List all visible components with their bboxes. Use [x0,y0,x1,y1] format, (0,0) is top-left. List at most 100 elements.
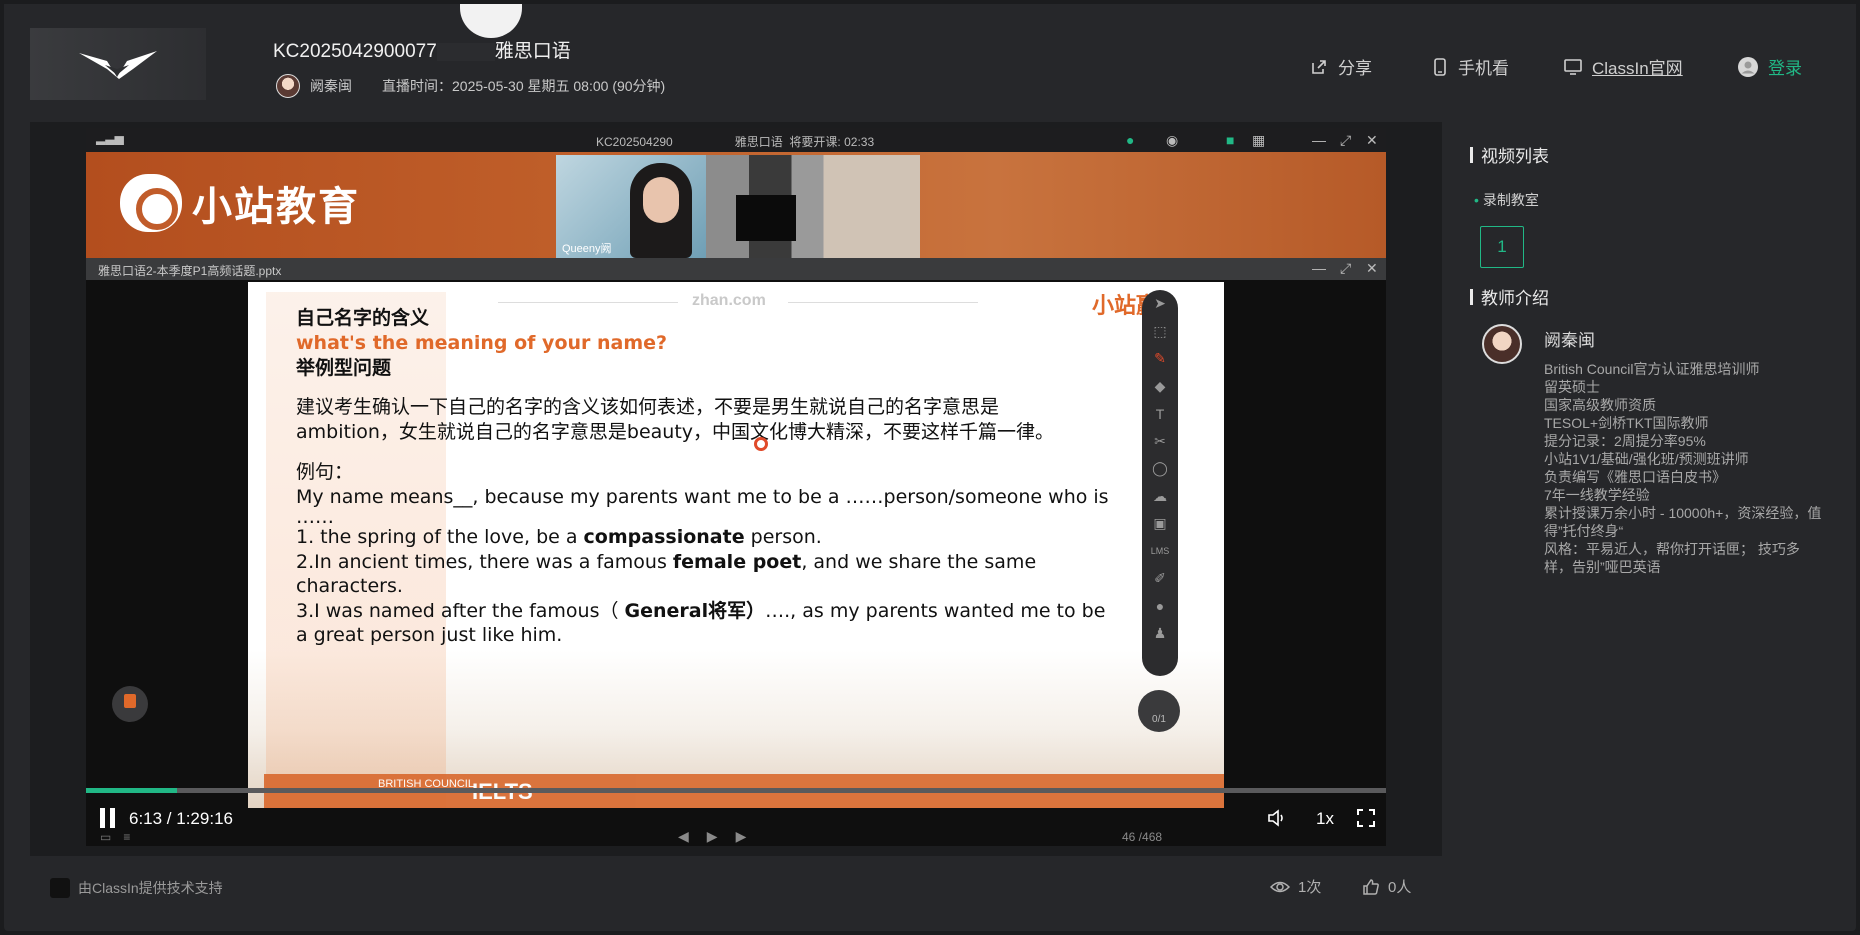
teacher-camera: Queeny阙 [556,155,920,258]
page-indicator[interactable]: 0/1 [1138,690,1180,732]
mic-icon: ● [1126,132,1135,148]
player-controls: 6:13 / 1:29:16 ▭ ≡ ◀ ▶ ▶ 46 /468 1x [86,794,1386,846]
share-icon [1312,59,1326,74]
video-list-title: 视频列表 [1470,142,1549,167]
teacher-intro-title: 教师介绍 [1470,284,1549,309]
play-slide-icon[interactable]: ▶ [707,828,718,845]
slide-example-3: 3.I was named after the famous（ General将… [296,599,1106,622]
teacher-avatar [276,74,300,98]
signal-icon: ▂▃▅ [96,131,124,145]
layout-icons: ▭ ≡ [100,830,130,844]
login-button[interactable]: 登录 [1738,54,1802,79]
layout-icon[interactable]: ▭ [100,830,111,844]
whiteboard-toolbar: ➤ ⬚ ✎ ◆ T ✂ ◯ ☁ ▣ LMS ✐ ● ♟ [1142,290,1178,676]
view-count: 1次 [1270,876,1321,897]
slide-example-2-cont: characters. [296,575,403,597]
playback-speed[interactable]: 1x [1316,809,1334,829]
teacher-avatar-large [1482,324,1522,364]
headset-logo-icon [120,174,182,232]
bio-line: 风格：平易近人，帮你打开话匣； 技巧多样，告别”哑巴英语 [1544,541,1800,575]
classroom-topbar: ▂▃▅ KC202504290 雅思口语 将要开课: 02:33 ● ◉ ■ ▦ … [86,128,1386,152]
slide-heading-en: what's the meaning of your name? [296,332,668,354]
progress-fill [86,788,177,793]
title-redaction [460,4,522,38]
doc-close-icon: ✕ [1366,260,1378,276]
mobile-view-button[interactable]: 手机看 [1432,54,1509,79]
slide-area: zhan.com 小站赢+ 自己名字的含义 what's the meaning… [86,280,1386,846]
bio-line: 提分记录：2周提分率95% [1544,433,1706,449]
users-icon[interactable]: ♟ [1142,620,1178,648]
like-button[interactable]: 0人 [1362,876,1411,897]
teacher-intro-name: 阙秦闽 [1544,331,1595,350]
pause-button[interactable] [100,808,116,828]
thumbnail-button[interactable] [112,686,148,722]
course-title: KC2025042900077 雅思口语 [273,41,571,62]
next-slide-icon[interactable]: ▶ [736,828,747,845]
camera-icon: ◉ [1166,132,1179,148]
slide-heading-cn: 自己名字的含义 [296,307,430,329]
restore-icon: ⤢ [1340,132,1352,148]
redacted-block [436,42,495,61]
monitor-icon [1564,58,1582,75]
record-icon: ■ [1226,132,1235,148]
teacher-bio: British Council官方认证雅思培训师 留英硕士 国家高级教师资质 T… [1544,360,1824,576]
fullscreen-icon[interactable] [1356,808,1376,828]
laser-pointer [754,437,768,451]
classin-bird-icon [79,51,157,79]
slide-example-1: 1. the spring of the love, be a compassi… [296,526,822,548]
cloud-tool-icon[interactable]: ☁ [1142,483,1178,511]
volume-icon[interactable] [1266,808,1286,828]
progress-bar[interactable] [86,788,1386,793]
shape-tool-icon[interactable]: ◯ [1142,455,1178,483]
slide-example-2: 2.In ancient times, there was a famous f… [296,550,1037,573]
list-icon[interactable]: ≡ [123,830,130,844]
brand-logo: 小站教育 [120,174,360,232]
text-tool-icon[interactable]: T [1142,400,1178,428]
toolbox-icon[interactable]: ▣ [1142,510,1178,538]
video-frame[interactable]: ▂▃▅ KC202504290 雅思口语 将要开课: 02:33 ● ◉ ■ ▦ … [86,128,1386,846]
teacher-name: 阙秦闽 [310,78,352,94]
chat-icon[interactable]: ● [1142,593,1178,621]
playback-time: 6:13 / 1:29:16 [129,809,233,828]
slide-advice-line-2: ambition，女生就说自己的名字意思是beauty，中国文化博大精深，不要这… [296,420,1055,443]
classroom-title: KC202504290 雅思口语 将要开课: 02:33 [596,134,875,149]
app-frame: KC2025042900077 雅思口语 阙秦闽 直播时间： 2025-05-30… [4,4,1856,931]
teacher-video [624,163,698,258]
slide-example-3-cont: a great person just like him. [296,624,563,646]
thumbs-up-icon [1363,878,1379,895]
course-meta: 阙秦闽 直播时间： 2025-05-30 星期五 08:00 (90分钟) [276,74,665,98]
episode-button[interactable]: 1 [1480,226,1524,268]
bio-line: TESOL+剑桥TKT国际教师 [1544,415,1709,431]
recording-classroom-label: 录制教室 [1474,190,1539,210]
area-select-tool-icon[interactable]: ⬚ [1142,318,1178,346]
classin-logo[interactable] [30,28,206,100]
share-button[interactable]: 分享 [1310,54,1372,79]
eraser-tool-icon[interactable]: ◆ [1142,373,1178,401]
video-player[interactable]: ▂▃▅ KC202504290 雅思口语 将要开课: 02:33 ● ◉ ■ ▦ … [30,122,1442,856]
phone-icon [1434,57,1446,76]
lms-icon[interactable]: LMS [1142,538,1178,566]
select-tool-icon[interactable]: ➤ [1142,290,1178,318]
broadcast-time: 2025-05-30 星期五 08:00 (90分钟) [452,78,666,94]
user-avatar-icon [1738,56,1758,77]
pen-tool-icon[interactable]: ✎ [1142,345,1178,373]
slide-question-type: 举例型问题 [296,357,392,379]
bio-line: 留英硕士 [1544,379,1600,395]
grid-icon: ▦ [1252,132,1266,148]
edit-icon[interactable]: ✐ [1142,565,1178,593]
pixelated-video [706,155,920,258]
classin-small-logo-icon [50,878,70,898]
scissors-tool-icon[interactable]: ✂ [1142,428,1178,456]
bio-line: 累计授课万余小时 - 10000h+，资深经验，值得”托付终身“ [1544,505,1822,539]
document-filename: 雅思口语2-本季度P1高频话题.pptx [98,264,282,278]
official-site-link[interactable]: ClassIn官网 [1564,54,1683,79]
bio-line: 国家高级教师资质 [1544,397,1656,413]
player-footer: 由ClassIn提供技术支持 1次 0人 [30,856,1442,918]
slide-example-ellipsis: …… [296,506,334,528]
document-bar: 雅思口语2-本季度P1高频话题.pptx — ⤢ ✕ [86,258,1386,280]
doc-restore-icon: ⤢ [1340,260,1352,276]
prev-slide-icon[interactable]: ◀ [678,828,689,845]
slide-advice-line-1: 建议考生确认一下自己的名字的含义该如何表述，不要是男生就说自己的名字意思是 [296,396,1000,418]
slide-example-label: 例句： [296,461,354,483]
sidebar: 视频列表 录制教室 1 教师介绍 阙秦闽 British Council官方认证… [1444,122,1834,918]
